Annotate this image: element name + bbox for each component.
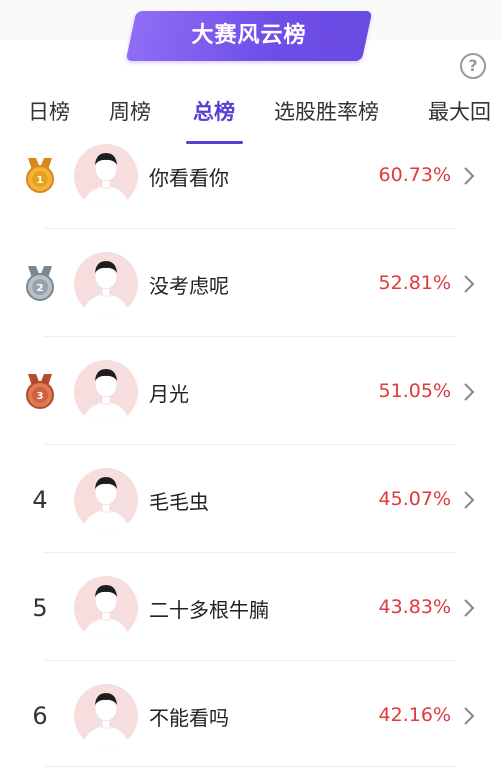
silver-medal-icon: 2 bbox=[26, 266, 54, 301]
gold-medal-icon: 1 bbox=[26, 158, 54, 193]
help-icon[interactable]: ? bbox=[460, 53, 486, 79]
win-rate: 51.05% bbox=[378, 380, 451, 402]
chevron-right-icon bbox=[464, 167, 475, 185]
chevron-right-icon bbox=[464, 599, 475, 617]
user-name: 你看看你 bbox=[149, 166, 229, 190]
svg-text:2: 2 bbox=[37, 283, 44, 294]
divider bbox=[44, 766, 456, 767]
win-rate: 43.83% bbox=[378, 596, 451, 618]
rank-number: 5 bbox=[32, 594, 48, 622]
user-name: 没考虑呢 bbox=[149, 274, 229, 298]
svg-text:1: 1 bbox=[37, 175, 44, 186]
rank-number: 6 bbox=[32, 702, 48, 730]
avatar bbox=[74, 144, 138, 208]
chevron-right-icon bbox=[464, 707, 475, 725]
list-item[interactable]: 6 不能看吗 42.16% bbox=[0, 660, 501, 768]
win-rate: 42.16% bbox=[378, 704, 451, 726]
user-name: 二十多根牛腩 bbox=[149, 598, 269, 622]
bronze-medal-icon: 3 bbox=[26, 374, 54, 409]
rank-number: 4 bbox=[32, 486, 48, 514]
win-rate: 60.73% bbox=[378, 164, 451, 186]
avatar bbox=[74, 684, 138, 748]
chevron-right-icon bbox=[464, 383, 475, 401]
avatar bbox=[74, 252, 138, 316]
list-item[interactable]: 3 月光 51.05% bbox=[0, 336, 501, 445]
user-name: 毛毛虫 bbox=[149, 490, 209, 514]
user-name: 月光 bbox=[149, 382, 189, 406]
svg-text:3: 3 bbox=[37, 391, 44, 402]
chevron-right-icon bbox=[464, 275, 475, 293]
list-item[interactable]: 4 毛毛虫 45.07% bbox=[0, 444, 501, 553]
list-item[interactable]: 2 没考虑呢 52.81% bbox=[0, 228, 501, 337]
user-name: 不能看吗 bbox=[149, 706, 229, 730]
chevron-right-icon bbox=[464, 491, 475, 509]
avatar bbox=[74, 576, 138, 640]
avatar bbox=[74, 360, 138, 424]
list-item[interactable]: 5 二十多根牛腩 43.83% bbox=[0, 552, 501, 661]
win-rate: 45.07% bbox=[378, 488, 451, 510]
avatar bbox=[74, 468, 138, 532]
page-title: 大赛风云榜 bbox=[191, 23, 307, 48]
list-item[interactable]: 1 你看看你 60.73% bbox=[0, 120, 501, 229]
win-rate: 52.81% bbox=[378, 272, 451, 294]
